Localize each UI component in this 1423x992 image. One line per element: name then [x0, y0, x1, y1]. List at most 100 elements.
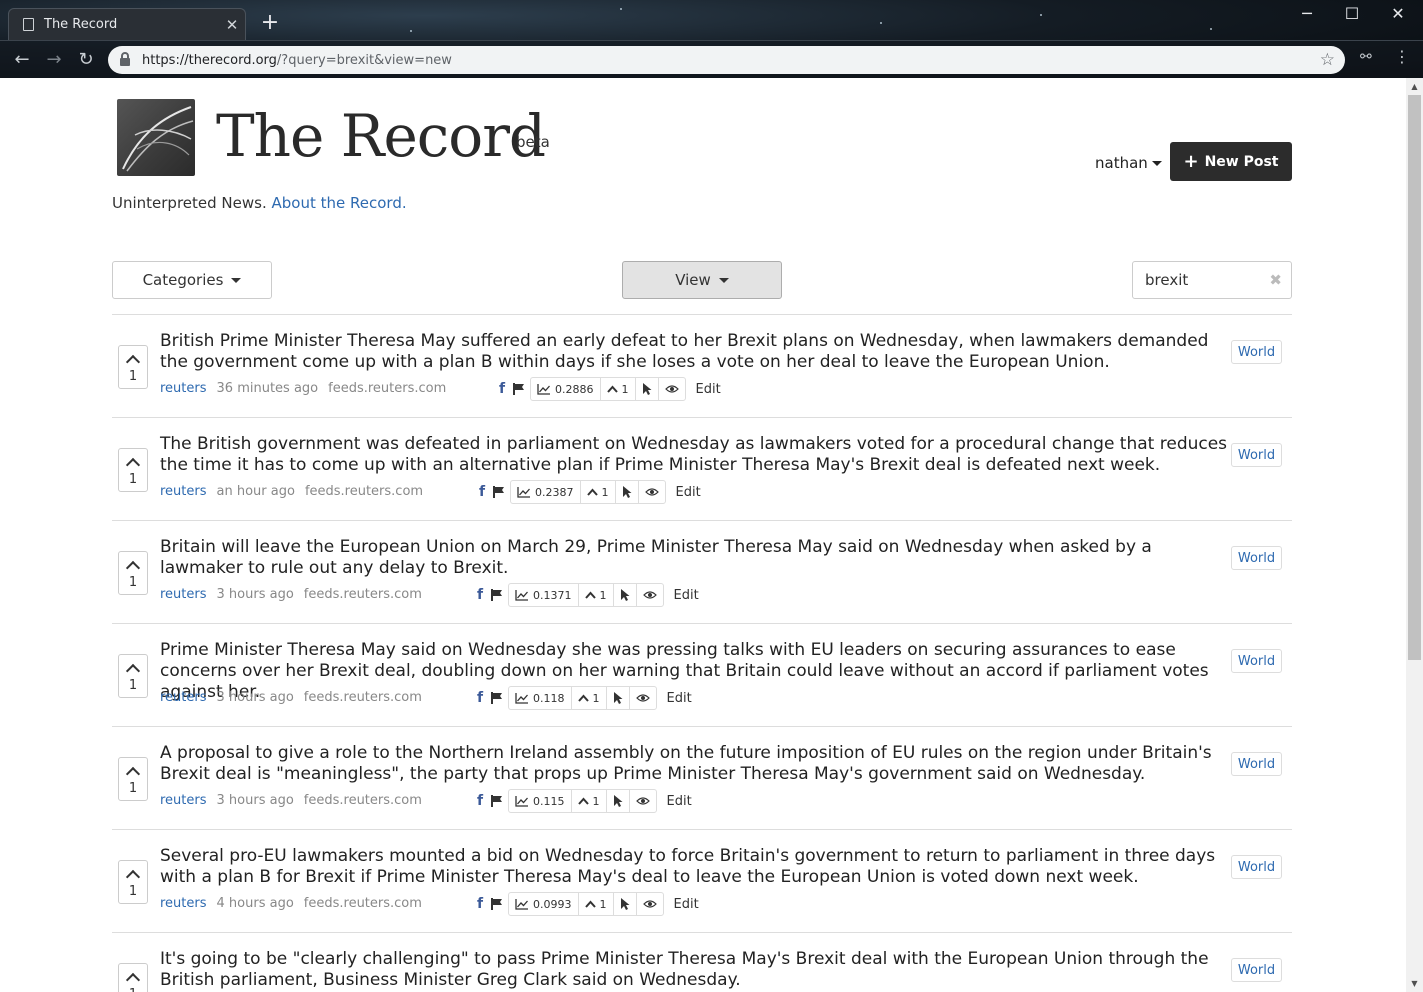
story-source-link[interactable]: reuters — [160, 690, 207, 705]
upvote-button[interactable]: 1 — [118, 448, 148, 492]
score-button[interactable]: 0.118 — [509, 687, 572, 709]
flag-icon[interactable] — [490, 588, 504, 602]
upvotes-button[interactable]: 1 — [581, 481, 616, 503]
upvote-button[interactable]: 1 — [118, 551, 148, 595]
forward-icon[interactable]: → — [40, 47, 68, 73]
search-field[interactable]: ✖ — [1132, 261, 1292, 299]
edit-link[interactable]: Edit — [667, 794, 692, 809]
upvote-button[interactable]: 1 — [118, 963, 148, 992]
score-button[interactable]: 0.2886 — [531, 378, 601, 400]
story-source-link[interactable]: reuters — [160, 587, 207, 602]
facebook-icon[interactable]: f — [474, 793, 486, 809]
clear-search-icon[interactable]: ✖ — [1269, 271, 1282, 289]
search-input[interactable] — [1145, 271, 1265, 289]
score-button[interactable]: 0.0993 — [509, 893, 579, 915]
browser-tab[interactable]: The Record ✕ — [8, 8, 246, 40]
story-headline[interactable]: A proposal to give a role to the Norther… — [160, 743, 1230, 785]
flag-icon[interactable] — [490, 897, 504, 911]
score-button[interactable]: 0.115 — [509, 790, 572, 812]
view-dropdown[interactable]: View — [622, 261, 782, 299]
clicks-button[interactable] — [607, 687, 630, 709]
user-menu[interactable]: nathan — [1095, 154, 1162, 172]
facebook-icon[interactable]: f — [474, 587, 486, 603]
facebook-icon[interactable]: f — [476, 484, 488, 500]
story-source-link[interactable]: reuters — [160, 484, 207, 499]
story-actions: f 0.2387 1 Edit — [476, 480, 701, 504]
upvote-button[interactable]: 1 — [118, 860, 148, 904]
bookmark-star-icon[interactable]: ☆ — [1320, 50, 1335, 70]
upvotes-button[interactable]: 1 — [579, 584, 614, 606]
facebook-icon[interactable]: f — [496, 381, 508, 397]
clicks-button[interactable] — [614, 893, 637, 915]
new-post-button[interactable]: + New Post — [1170, 142, 1292, 181]
minimize-icon[interactable]: ─ — [1284, 2, 1330, 26]
story-headline[interactable]: British Prime Minister Theresa May suffe… — [160, 331, 1230, 373]
story-headline[interactable]: The British government was defeated in p… — [160, 434, 1230, 476]
close-window-icon[interactable]: ✕ — [1375, 2, 1421, 26]
edit-link[interactable]: Edit — [667, 691, 692, 706]
reload-icon[interactable]: ↻ — [72, 47, 100, 73]
story-stats-group: 0.2387 1 — [510, 480, 666, 504]
upvote-button[interactable]: 1 — [118, 757, 148, 801]
views-button[interactable] — [637, 893, 663, 915]
edit-link[interactable]: Edit — [674, 897, 699, 912]
edit-link[interactable]: Edit — [676, 485, 701, 500]
category-tag[interactable]: World — [1231, 649, 1282, 673]
story-source-link[interactable]: reuters — [160, 381, 207, 396]
scroll-up-icon[interactable]: ▲ — [1406, 78, 1423, 95]
views-button[interactable] — [637, 584, 663, 606]
story-source-link[interactable]: reuters — [160, 896, 207, 911]
story-source-link[interactable]: reuters — [160, 793, 207, 808]
new-tab-icon[interactable]: + — [258, 10, 282, 36]
story-headline[interactable]: Britain will leave the European Union on… — [160, 537, 1230, 579]
site-logo[interactable] — [117, 99, 195, 176]
views-button[interactable] — [639, 481, 665, 503]
categories-dropdown[interactable]: Categories — [112, 261, 272, 299]
story-headline[interactable]: Several pro-EU lawmakers mounted a bid o… — [160, 846, 1230, 888]
address-bar[interactable]: https://therecord.org /?query=brexit&vie… — [108, 46, 1345, 74]
extension-icon[interactable]: ⚯ — [1360, 49, 1372, 65]
clicks-button[interactable] — [636, 378, 659, 400]
tab-close-icon[interactable]: ✕ — [219, 16, 245, 34]
score-button[interactable]: 0.2387 — [511, 481, 581, 503]
edit-link[interactable]: Edit — [674, 588, 699, 603]
category-tag[interactable]: World — [1231, 340, 1282, 364]
scroll-thumb[interactable] — [1408, 95, 1421, 660]
upvotes-button[interactable]: 1 — [579, 893, 614, 915]
story-domain: feeds.reuters.com — [328, 381, 447, 396]
story-headline[interactable]: It's going to be "clearly challenging" t… — [160, 949, 1230, 991]
menu-dots-icon[interactable]: ⋮ — [1394, 47, 1410, 66]
views-button[interactable] — [630, 790, 656, 812]
score-button[interactable]: 0.1371 — [509, 584, 579, 606]
upvotes-button[interactable]: 1 — [572, 790, 607, 812]
views-button[interactable] — [659, 378, 685, 400]
background-star — [620, 8, 622, 10]
scrollbar[interactable]: ▲ ▼ — [1406, 78, 1423, 992]
clicks-button[interactable] — [607, 790, 630, 812]
upvotes-button[interactable]: 1 — [601, 378, 636, 400]
facebook-icon[interactable]: f — [474, 896, 486, 912]
facebook-icon[interactable]: f — [474, 690, 486, 706]
clicks-button[interactable] — [614, 584, 637, 606]
clicks-button[interactable] — [616, 481, 639, 503]
flag-icon[interactable] — [490, 794, 504, 808]
scroll-down-icon[interactable]: ▼ — [1406, 975, 1423, 992]
about-link[interactable]: About the Record. — [272, 194, 407, 212]
category-tag[interactable]: World — [1231, 752, 1282, 776]
edit-link[interactable]: Edit — [696, 382, 721, 397]
flag-icon[interactable] — [490, 691, 504, 705]
flag-icon[interactable] — [512, 382, 526, 396]
upvote-button[interactable]: 1 — [118, 345, 148, 389]
flag-icon[interactable] — [492, 485, 506, 499]
category-tag[interactable]: World — [1231, 546, 1282, 570]
category-tag[interactable]: World — [1231, 443, 1282, 467]
category-tag[interactable]: World — [1231, 855, 1282, 879]
back-icon[interactable]: ← — [8, 47, 36, 73]
story-domain: feeds.reuters.com — [303, 587, 422, 602]
upvotes-button[interactable]: 1 — [572, 687, 607, 709]
upvote-button[interactable]: 1 — [118, 654, 148, 698]
site-title[interactable]: The Record — [216, 100, 546, 172]
views-button[interactable] — [630, 687, 656, 709]
category-tag[interactable]: World — [1231, 958, 1282, 982]
maximize-icon[interactable]: ☐ — [1329, 2, 1375, 26]
